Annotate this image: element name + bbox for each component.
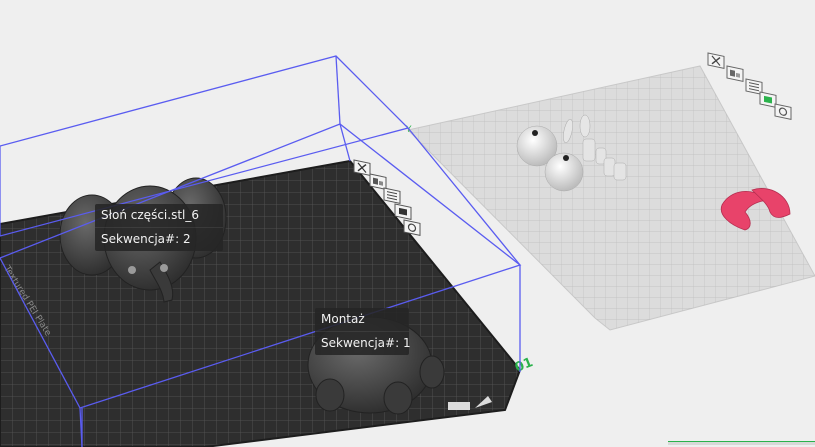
plate-index-label: 01: [513, 355, 535, 376]
close-icon[interactable]: [707, 52, 725, 70]
arrange-icon[interactable]: [726, 65, 744, 83]
orient-icon[interactable]: [383, 187, 401, 205]
tooltip-sequence: Sekwencja#: 1: [315, 331, 411, 355]
tooltip-object-name: Słoń części.stl_6: [101, 208, 199, 222]
object-tooltip-assembly: Montaż Sekwencja#: 1: [315, 308, 411, 355]
tooltip-sequence: Sekwencja#: 2: [95, 227, 223, 251]
lock-icon[interactable]: [394, 203, 412, 221]
progress-strip: [668, 441, 815, 445]
object-tooltip-head: Słoń części.stl_6 Sekwencja#: 2: [95, 204, 223, 251]
lock-icon[interactable]: [759, 91, 777, 109]
plate-status-icons: [448, 402, 470, 410]
tooltip-object-name: Montaż: [321, 312, 365, 326]
settings-icon[interactable]: [774, 103, 792, 121]
